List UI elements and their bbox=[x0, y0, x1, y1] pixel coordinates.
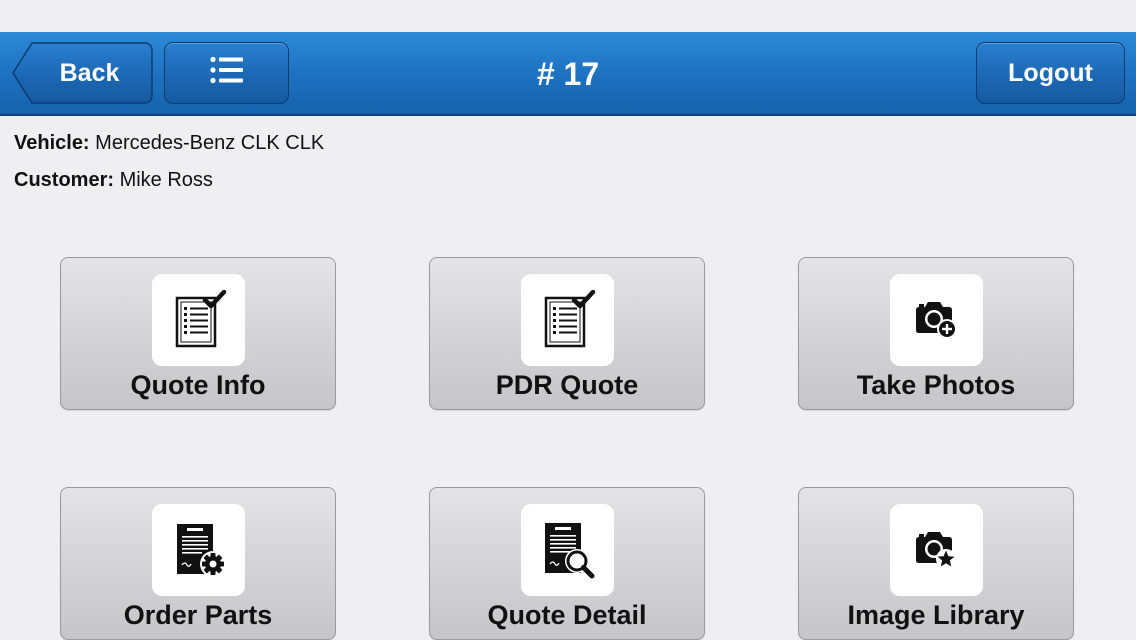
quote-detail-tile[interactable]: Quote Detail bbox=[429, 487, 705, 640]
navigation-bar: Back # 17 Logout bbox=[0, 32, 1136, 116]
logout-button[interactable]: Logout bbox=[976, 42, 1125, 104]
status-bar-area bbox=[0, 0, 1136, 32]
take-photos-label: Take Photos bbox=[856, 370, 1016, 400]
camera-star-icon bbox=[890, 504, 983, 596]
document-gear-icon bbox=[152, 504, 245, 596]
customer-info: Customer: Mike Ross bbox=[14, 169, 213, 192]
menu-button[interactable] bbox=[164, 42, 289, 104]
vehicle-info: Vehicle: Mercedes-Benz CLK CLK bbox=[14, 132, 324, 155]
checklist-icon bbox=[521, 274, 614, 366]
pdr-quote-tile[interactable]: PDR Quote bbox=[429, 257, 705, 410]
vehicle-value: Mercedes-Benz CLK CLK bbox=[95, 132, 325, 154]
back-button[interactable]: Back bbox=[12, 42, 153, 104]
image-library-label: Image Library bbox=[847, 600, 1025, 630]
list-icon bbox=[209, 56, 244, 91]
back-button-label: Back bbox=[59, 58, 120, 87]
document-search-icon bbox=[521, 504, 614, 596]
take-photos-tile[interactable]: Take Photos bbox=[798, 257, 1074, 410]
quote-detail-label: Quote Detail bbox=[487, 600, 647, 630]
page-title: # 17 bbox=[536, 56, 600, 92]
vehicle-label: Vehicle: bbox=[14, 132, 90, 154]
pdr-quote-label: PDR Quote bbox=[495, 370, 639, 400]
order-parts-tile[interactable]: Order Parts bbox=[60, 487, 336, 640]
customer-value: Mike Ross bbox=[119, 169, 213, 191]
order-parts-label: Order Parts bbox=[123, 600, 273, 630]
quote-info-tile[interactable]: Quote Info bbox=[60, 257, 336, 410]
image-library-tile[interactable]: Image Library bbox=[798, 487, 1074, 640]
camera-add-icon bbox=[890, 274, 983, 366]
customer-label: Customer: bbox=[14, 169, 115, 191]
checklist-icon bbox=[152, 274, 245, 366]
quote-info-label: Quote Info bbox=[130, 370, 266, 400]
